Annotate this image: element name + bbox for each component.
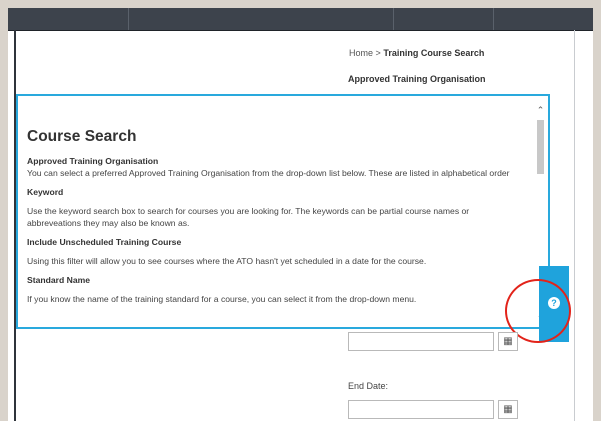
scroll-up-icon[interactable]: ⌃	[535, 104, 546, 116]
ato-field-label: Approved Training Organisation	[348, 74, 486, 84]
nav-divider	[128, 8, 129, 30]
right-border	[574, 30, 575, 421]
help-section-heading: Standard Name	[27, 275, 91, 285]
scroll-thumb[interactable]	[537, 120, 544, 174]
help-section-text: You can select a preferred Approved Trai…	[27, 168, 510, 178]
end-date-label: End Date:	[348, 381, 389, 391]
help-section-text: Using this filter will allow you to see …	[27, 256, 427, 266]
breadcrumb-current: Training Course Search	[383, 48, 485, 58]
calendar-icon[interactable]: ▦	[498, 332, 518, 351]
breadcrumb-separator: >	[375, 48, 381, 58]
nav-divider	[393, 8, 394, 30]
top-navigation-bar	[8, 8, 593, 31]
help-section-heading: Keyword	[27, 187, 64, 197]
start-date-input[interactable]	[348, 332, 494, 351]
browser-window: Home > Training Course Search Approved T…	[8, 8, 593, 421]
help-section-text: If you know the name of the training sta…	[27, 294, 417, 304]
help-modal-title: Course Search	[27, 128, 137, 145]
help-section-heading: Approved Training Organisation	[27, 156, 159, 166]
help-modal: Course Search Approved Training Organisa…	[16, 94, 550, 329]
breadcrumb: Home > Training Course Search	[349, 48, 484, 58]
help-section-heading: Include Unscheduled Training Course	[27, 237, 182, 247]
end-date-input[interactable]	[348, 400, 494, 419]
breadcrumb-home-link[interactable]: Home	[349, 48, 373, 58]
calendar-icon[interactable]: ▦	[498, 400, 518, 419]
nav-divider	[493, 8, 494, 30]
help-modal-content: Course Search Approved Training Organisa…	[27, 100, 523, 305]
help-section-text: Use the keyword search box to search for…	[27, 206, 470, 228]
